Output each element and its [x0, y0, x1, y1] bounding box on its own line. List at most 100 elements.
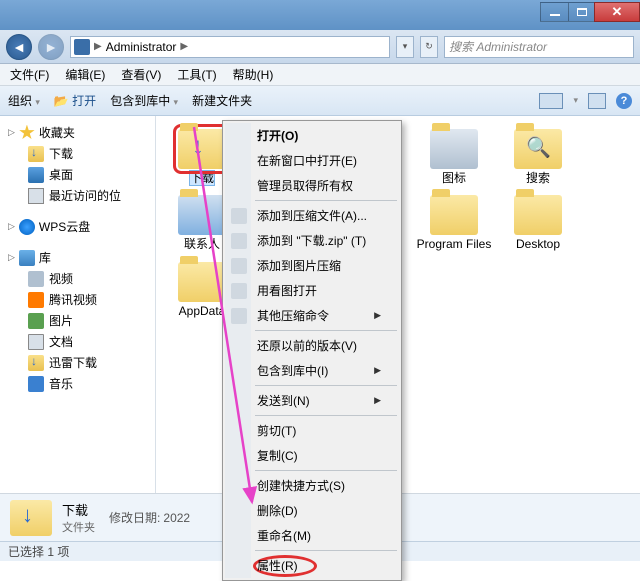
folder-item[interactable]: Desktop	[500, 192, 576, 254]
menu-item-label: 用看图打开	[257, 282, 317, 299]
music-icon	[28, 376, 44, 392]
sidebar-item-pictures[interactable]: 图片	[0, 310, 155, 331]
sidebar-item-music[interactable]: 音乐	[0, 373, 155, 394]
picture-icon	[28, 313, 44, 329]
menu-bar: 文件(F) 编辑(E) 查看(V) 工具(T) 帮助(H)	[0, 64, 640, 86]
preview-pane-button[interactable]	[588, 93, 606, 109]
context-menu-item[interactable]: 包含到库中(I) ▶	[225, 358, 399, 383]
context-menu-item[interactable]: 其他压缩命令 ▶	[225, 303, 399, 328]
context-menu-item[interactable]: 添加到压缩文件(A)...	[225, 203, 399, 228]
details-type: 文件夹	[62, 519, 95, 535]
context-menu-item[interactable]: 在新窗口中打开(E)	[225, 148, 399, 173]
history-dropdown[interactable]: ▾	[396, 36, 414, 58]
menu-item-label: 重命名(M)	[257, 527, 311, 544]
wps-header[interactable]: ▷WPS云盘	[0, 216, 155, 237]
folder-icon	[430, 129, 478, 169]
breadcrumb[interactable]: ▶ Administrator ▶	[70, 36, 390, 58]
chevron-right-icon: ▶	[94, 41, 102, 52]
maximize-button[interactable]	[568, 2, 595, 22]
chevron-right-icon: ▶	[374, 365, 381, 376]
details-title: 下载	[62, 500, 95, 519]
folder-icon	[430, 195, 478, 235]
sidebar-item-video[interactable]: 视频	[0, 268, 155, 289]
context-menu-item[interactable]: 打开(O)	[225, 123, 399, 148]
menu-item-icon	[231, 258, 247, 274]
tencent-icon	[28, 292, 44, 308]
address-bar: ◄ ► ▶ Administrator ▶ ▾ ↻ 搜索 Administrat…	[0, 30, 640, 64]
context-menu-item[interactable]: 用看图打开	[225, 278, 399, 303]
menu-item-icon	[231, 308, 247, 324]
details-modified: 修改日期: 2022	[109, 509, 190, 526]
folder-label: 下载	[190, 171, 214, 185]
context-menu-item[interactable]: 创建快捷方式(S)	[225, 473, 399, 498]
folder-label: AppData	[179, 304, 226, 318]
folder-icon	[514, 129, 562, 169]
context-menu-item[interactable]: 添加到图片压缩	[225, 253, 399, 278]
menu-edit[interactable]: 编辑(E)	[59, 64, 111, 85]
toolbar: 组织 ▾ 📂 打开 包含到库中 ▾ 新建文件夹 ▾ ?	[0, 86, 640, 116]
context-menu-item[interactable]: 复制(C)	[225, 443, 399, 468]
folder-item[interactable]: Program Files	[416, 192, 492, 254]
video-icon	[28, 271, 44, 287]
open-button[interactable]: 📂 打开	[54, 92, 96, 109]
close-button[interactable]: ✕	[594, 2, 640, 22]
sidebar-item-recent[interactable]: 最近访问的位	[0, 185, 155, 206]
sidebar-item-xunlei[interactable]: 迅雷下载	[0, 352, 155, 373]
folder-item[interactable]: 图标	[416, 126, 492, 188]
navigation-pane: ▷收藏夹 下载 桌面 最近访问的位 ▷WPS云盘 ▷库 视频 腾讯视频 图片 文…	[0, 116, 156, 493]
menu-item-icon	[231, 283, 247, 299]
context-menu-item[interactable]: 发送到(N)▶	[225, 388, 399, 413]
titlebar: ✕	[0, 0, 640, 30]
favorites-header[interactable]: ▷收藏夹	[0, 122, 155, 143]
menu-item-label: 其他压缩命令	[257, 307, 329, 324]
folder-label: Program Files	[417, 237, 492, 251]
view-options-button[interactable]	[539, 93, 563, 109]
back-button[interactable]: ◄	[6, 34, 32, 60]
context-menu-item[interactable]: 删除(D)	[225, 498, 399, 523]
menu-item-label: 删除(D)	[257, 502, 298, 519]
menu-item-label: 管理员取得所有权	[257, 177, 353, 194]
search-placeholder: 搜索 Administrator	[449, 38, 547, 55]
context-menu-item[interactable]: 还原以前的版本(V)	[225, 333, 399, 358]
context-menu-item[interactable]: 属性(R)	[225, 553, 399, 578]
user-icon	[74, 39, 90, 55]
menu-view[interactable]: 查看(V)	[115, 64, 167, 85]
menu-help[interactable]: 帮助(H)	[227, 64, 280, 85]
recent-icon	[28, 188, 44, 204]
chevron-right-icon: ▶	[374, 310, 381, 321]
refresh-button[interactable]: ↻	[420, 36, 438, 58]
download-icon	[28, 146, 44, 162]
help-icon[interactable]: ?	[616, 93, 632, 109]
desktop-icon	[28, 167, 44, 183]
new-folder-button[interactable]: 新建文件夹	[192, 92, 252, 109]
folder-label: Desktop	[516, 237, 560, 251]
sidebar-item-documents[interactable]: 文档	[0, 331, 155, 352]
sidebar-item-desktop[interactable]: 桌面	[0, 164, 155, 185]
library-header[interactable]: ▷库	[0, 247, 155, 268]
context-menu-item[interactable]: 管理员取得所有权	[225, 173, 399, 198]
menu-file[interactable]: 文件(F)	[4, 64, 55, 85]
context-menu-item[interactable]: 剪切(T)	[225, 418, 399, 443]
menu-item-label: 在新窗口中打开(E)	[257, 152, 357, 169]
sidebar-item-txvideo[interactable]: 腾讯视频	[0, 289, 155, 310]
star-icon	[19, 125, 35, 141]
folder-item[interactable]: 搜索	[500, 126, 576, 188]
library-icon	[19, 250, 35, 266]
folder-label: 联系人	[184, 237, 220, 251]
sidebar-item-downloads[interactable]: 下载	[0, 143, 155, 164]
minimize-button[interactable]	[540, 2, 569, 22]
forward-button[interactable]: ►	[38, 34, 64, 60]
folder-icon	[178, 195, 226, 235]
menu-item-label: 包含到库中(I)	[257, 362, 328, 379]
menu-item-label: 打开(O)	[257, 127, 298, 144]
menu-item-label: 添加到图片压缩	[257, 257, 341, 274]
context-menu-item[interactable]: 添加到 "下载.zip" (T)	[225, 228, 399, 253]
menu-tools[interactable]: 工具(T)	[171, 64, 222, 85]
organize-button[interactable]: 组织 ▾	[8, 92, 40, 109]
xunlei-icon	[28, 355, 44, 371]
context-menu-item[interactable]: 重命名(M)	[225, 523, 399, 548]
search-input[interactable]: 搜索 Administrator	[444, 36, 634, 58]
include-library-button[interactable]: 包含到库中 ▾	[110, 92, 178, 109]
context-menu: 打开(O) 在新窗口中打开(E) 管理员取得所有权添加到压缩文件(A)...添加到 …	[222, 120, 402, 581]
document-icon	[28, 334, 44, 350]
